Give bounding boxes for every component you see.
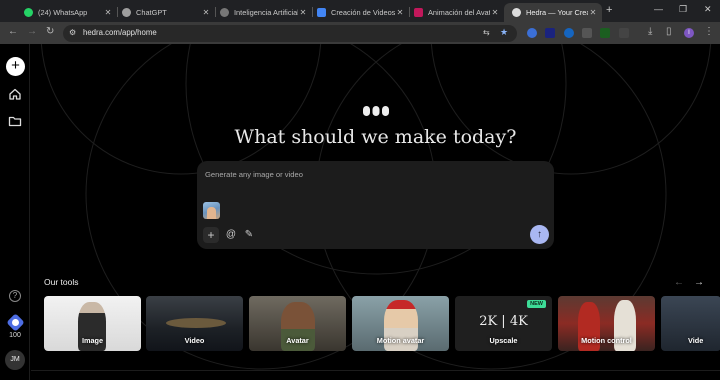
close-icon[interactable]: ✕ xyxy=(395,8,405,17)
tools-section-title: Our tools xyxy=(44,277,79,287)
tab-title: (24) WhatsApp xyxy=(38,8,88,17)
carousel-prev-icon[interactable]: ← xyxy=(674,277,684,288)
close-icon[interactable]: ✕ xyxy=(588,8,598,17)
main-content: What should we make today? + @ ✎ ↑ Our t… xyxy=(31,44,720,380)
back-icon[interactable]: ← xyxy=(8,26,18,37)
download-icon[interactable]: ⤓ xyxy=(648,26,652,37)
tab-inteligencia[interactable]: Inteligencia Artificial y ✕ xyxy=(212,3,312,22)
chatgpt-icon xyxy=(122,8,131,17)
tool-card-upscale[interactable]: NEW 2K | 4K Upscale xyxy=(455,296,552,351)
tab-chatgpt[interactable]: ChatGPT ✕ xyxy=(114,3,215,22)
tool-card-motion-avatar[interactable]: Motion avatar xyxy=(352,296,449,351)
extension-icon[interactable] xyxy=(545,28,555,38)
tab-title: Creación de Videos xyxy=(331,8,395,17)
new-creation-button[interactable]: + xyxy=(6,57,25,76)
extensions-puzzle-icon[interactable] xyxy=(619,28,629,38)
divider xyxy=(31,370,720,371)
tool-label: Vide xyxy=(688,336,704,345)
tools-carousel: Image Video Avatar Motion avatar NEW 2K … xyxy=(44,296,720,351)
tool-label: Image xyxy=(81,336,104,345)
close-icon[interactable]: ✕ xyxy=(201,8,211,17)
tool-card-motion-control[interactable]: Motion control xyxy=(558,296,655,351)
address-bar[interactable]: ⚙ hedra.com/app/home ⇆ ★ xyxy=(63,25,517,42)
user-avatar[interactable]: JM xyxy=(5,350,25,370)
folder-icon[interactable] xyxy=(8,114,22,128)
prompt-box: + @ ✎ ↑ xyxy=(197,161,554,249)
window-close-icon[interactable]: ✕ xyxy=(704,4,712,15)
restore-icon[interactable]: ❐ xyxy=(679,4,687,15)
new-badge: NEW xyxy=(527,300,546,308)
app-sidebar: + ? 100 JM xyxy=(0,44,30,380)
forward-icon[interactable]: → xyxy=(27,26,37,37)
profile-avatar[interactable]: I xyxy=(684,28,694,38)
url-text[interactable]: hedra.com/app/home xyxy=(83,28,157,37)
credits-count: 100 xyxy=(9,332,21,339)
tab-title: ChatGPT xyxy=(136,8,167,17)
extension-icon[interactable] xyxy=(600,28,610,38)
reload-icon[interactable]: ↻ xyxy=(46,26,54,37)
browser-toolbar: ← → ↻ ⚙ hedra.com/app/home ⇆ ★ ⤓ ▯ I ⋮ xyxy=(0,22,720,44)
browser-tab-strip: (24) WhatsApp ✕ ChatGPT ✕ Inteligencia A… xyxy=(0,0,720,22)
tool-label: Motion control xyxy=(581,336,632,345)
hedra-logo xyxy=(363,106,389,116)
video-app-icon xyxy=(414,8,423,17)
extension-icon[interactable] xyxy=(527,28,537,38)
menu-icon[interactable]: ⋮ xyxy=(704,26,714,37)
tool-label: Avatar xyxy=(286,336,309,345)
help-icon[interactable]: ? xyxy=(9,290,21,302)
bookmark-star-icon[interactable]: ★ xyxy=(500,27,508,38)
tool-label: Upscale xyxy=(489,336,518,345)
tool-card-video[interactable]: Video xyxy=(146,296,243,351)
tool-card-video-partial[interactable]: Vide xyxy=(661,296,720,351)
carousel-next-icon[interactable]: → xyxy=(694,277,704,288)
close-icon[interactable]: ✕ xyxy=(298,8,308,17)
tab-title: Inteligencia Artificial y xyxy=(234,8,298,17)
close-icon[interactable]: ✕ xyxy=(103,8,113,17)
credits-icon[interactable] xyxy=(6,313,25,332)
send-button[interactable]: ↑ xyxy=(530,225,549,244)
minimize-icon[interactable]: — xyxy=(654,4,663,14)
tab-hedra[interactable]: Hedra — Your Creati ✕ xyxy=(504,3,602,22)
home-icon[interactable] xyxy=(8,87,22,101)
tool-card-image[interactable]: Image xyxy=(44,296,141,351)
tool-card-avatar[interactable]: Avatar xyxy=(249,296,346,351)
new-tab-button[interactable]: + xyxy=(606,4,612,16)
tab-whatsapp[interactable]: (24) WhatsApp ✕ xyxy=(16,3,117,22)
add-button[interactable]: + xyxy=(203,227,219,243)
upscale-resolution-text: 2K | 4K xyxy=(479,314,528,329)
whatsapp-icon xyxy=(24,8,33,17)
translate-icon[interactable]: ⇆ xyxy=(483,28,490,37)
tab-creacion-videos[interactable]: Creación de Videos ✕ xyxy=(309,3,409,22)
docs-icon xyxy=(317,8,326,17)
tab-animacion-avatar[interactable]: Animación del Avatar ✕ xyxy=(406,3,504,22)
tab-title: Hedra — Your Creati xyxy=(526,8,588,17)
globe-icon xyxy=(220,8,229,17)
reference-image-thumbnail[interactable] xyxy=(203,202,220,219)
site-settings-icon[interactable]: ⚙ xyxy=(69,28,76,37)
mention-button[interactable]: @ xyxy=(223,227,239,243)
close-icon[interactable]: ✕ xyxy=(490,8,500,17)
extension-icon[interactable] xyxy=(564,28,574,38)
extension-icon[interactable] xyxy=(582,28,592,38)
tool-label: Motion avatar xyxy=(376,336,425,345)
sidepanel-icon[interactable]: ▯ xyxy=(666,26,672,37)
hedra-icon xyxy=(512,8,521,17)
tool-label: Video xyxy=(184,336,205,345)
prompt-input[interactable] xyxy=(205,170,505,179)
page-headline: What should we make today? xyxy=(234,126,517,148)
tab-title: Animación del Avatar xyxy=(428,8,490,17)
enhance-prompt-icon[interactable]: ✎ xyxy=(241,227,257,243)
